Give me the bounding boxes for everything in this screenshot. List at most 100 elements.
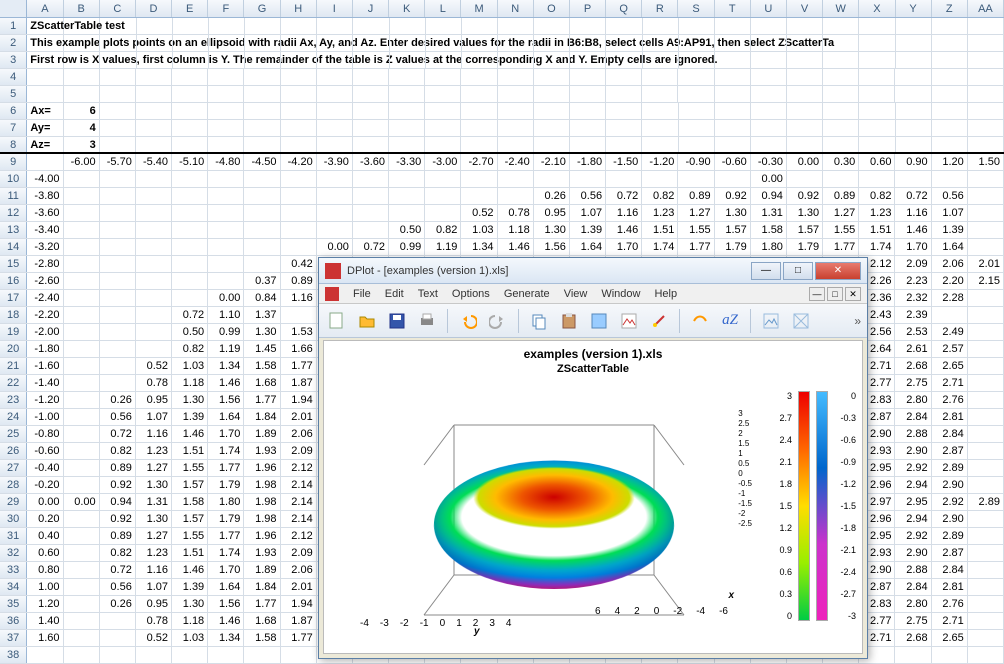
cell[interactable]	[498, 52, 534, 68]
cell[interactable]: 1.74	[642, 239, 678, 255]
menu-item[interactable]: Text	[418, 288, 438, 300]
cell[interactable]	[715, 69, 751, 85]
row-header[interactable]: 6	[0, 103, 27, 119]
cell[interactable]	[100, 307, 136, 323]
cell[interactable]: 2.89	[968, 494, 1004, 510]
cell[interactable]	[679, 120, 715, 136]
row-header[interactable]: 5	[0, 86, 27, 102]
row-header[interactable]: 29	[0, 494, 27, 510]
cell[interactable]: 3	[64, 137, 100, 152]
cell[interactable]: 1.77	[281, 630, 317, 646]
cell[interactable]	[498, 18, 534, 34]
cell[interactable]	[317, 188, 353, 204]
cell[interactable]	[136, 120, 172, 136]
cell[interactable]	[642, 137, 678, 152]
cell[interactable]: 1.51	[859, 222, 895, 238]
cell[interactable]: -1.00	[27, 409, 63, 425]
cell[interactable]	[896, 120, 932, 136]
mdi-max[interactable]: □	[827, 287, 843, 301]
cell[interactable]	[968, 35, 1004, 51]
cell[interactable]: 2.75	[895, 375, 931, 391]
cell[interactable]	[244, 137, 280, 152]
undo-icon[interactable]	[456, 309, 480, 333]
cell[interactable]: 0.56	[932, 188, 968, 204]
cell[interactable]: 2.61	[895, 341, 931, 357]
cell[interactable]: 1.89	[244, 562, 280, 578]
cell[interactable]	[715, 52, 751, 68]
col-header[interactable]: D	[136, 0, 172, 17]
cell[interactable]: 0.82	[172, 341, 208, 357]
cell[interactable]	[281, 103, 317, 119]
row-header[interactable]: 33	[0, 562, 27, 578]
cell[interactable]: 0.26	[534, 188, 570, 204]
cell[interactable]: 1.27	[136, 528, 172, 544]
cell[interactable]: 2.75	[895, 613, 931, 629]
cell[interactable]: -3.00	[425, 154, 461, 170]
cell[interactable]: 1.07	[136, 409, 172, 425]
cell[interactable]: 1.70	[895, 239, 931, 255]
cell[interactable]: 0.56	[570, 188, 606, 204]
col-header[interactable]: H	[281, 0, 317, 17]
cell[interactable]	[642, 86, 678, 102]
cell[interactable]: 1.87	[281, 613, 317, 629]
cell[interactable]	[27, 69, 63, 85]
cell[interactable]	[64, 307, 100, 323]
cell[interactable]: 0.82	[642, 188, 678, 204]
cell[interactable]	[390, 35, 426, 51]
cell[interactable]	[389, 137, 425, 152]
row-header[interactable]: 21	[0, 358, 27, 374]
cell[interactable]: 0.00	[208, 290, 244, 306]
cell[interactable]: 1.30	[136, 511, 172, 527]
cell[interactable]	[281, 86, 317, 102]
cell[interactable]: -4.20	[281, 154, 317, 170]
cell[interactable]: Az=	[27, 137, 63, 152]
cell[interactable]	[281, 188, 317, 204]
cell[interactable]	[317, 222, 353, 238]
cell[interactable]: 2.80	[895, 596, 931, 612]
cell[interactable]: 2.49	[932, 324, 968, 340]
cell[interactable]: 0.37	[244, 273, 280, 289]
cell[interactable]	[389, 171, 425, 187]
cell[interactable]	[751, 86, 787, 102]
cell[interactable]: 0.80	[27, 562, 63, 578]
cell[interactable]: Ax=	[27, 103, 63, 119]
cell[interactable]: 2.53	[895, 324, 931, 340]
cell[interactable]	[172, 188, 208, 204]
cell[interactable]: 1.16	[136, 426, 172, 442]
cell[interactable]: 1.27	[678, 205, 714, 221]
cell[interactable]: 0.78	[498, 205, 534, 221]
cell[interactable]: 2.20	[932, 273, 968, 289]
cell[interactable]	[751, 120, 787, 136]
cell[interactable]	[172, 239, 208, 255]
cell[interactable]	[642, 171, 678, 187]
cell[interactable]: -0.90	[678, 154, 714, 170]
cell[interactable]: 0.00	[317, 239, 353, 255]
cell[interactable]: 1.96	[244, 460, 280, 476]
cell[interactable]	[137, 35, 173, 51]
col-header[interactable]: I	[317, 0, 353, 17]
cell[interactable]	[172, 69, 208, 85]
cell[interactable]: 0.72	[100, 562, 136, 578]
cell[interactable]: 1.23	[859, 205, 895, 221]
cell[interactable]	[425, 205, 461, 221]
cell[interactable]	[787, 69, 823, 85]
cell[interactable]	[715, 120, 751, 136]
cell[interactable]	[244, 86, 280, 102]
cell[interactable]	[64, 324, 100, 340]
cell[interactable]: 1.46	[172, 562, 208, 578]
cell[interactable]	[932, 52, 968, 68]
cell[interactable]	[968, 511, 1004, 527]
cell[interactable]: 1.70	[208, 426, 244, 442]
cell[interactable]: 1.55	[172, 528, 208, 544]
row-header[interactable]: 14	[0, 239, 27, 255]
cell[interactable]: 0.26	[100, 392, 136, 408]
cell[interactable]	[172, 256, 208, 272]
cell[interactable]: 1.45	[244, 341, 280, 357]
row-header[interactable]: 8	[0, 137, 27, 152]
cell[interactable]	[859, 120, 895, 136]
cell[interactable]: 0.89	[100, 460, 136, 476]
cell[interactable]	[968, 562, 1004, 578]
cell[interactable]	[172, 86, 208, 102]
cell[interactable]: 2.06	[281, 562, 317, 578]
cell[interactable]	[461, 103, 497, 119]
